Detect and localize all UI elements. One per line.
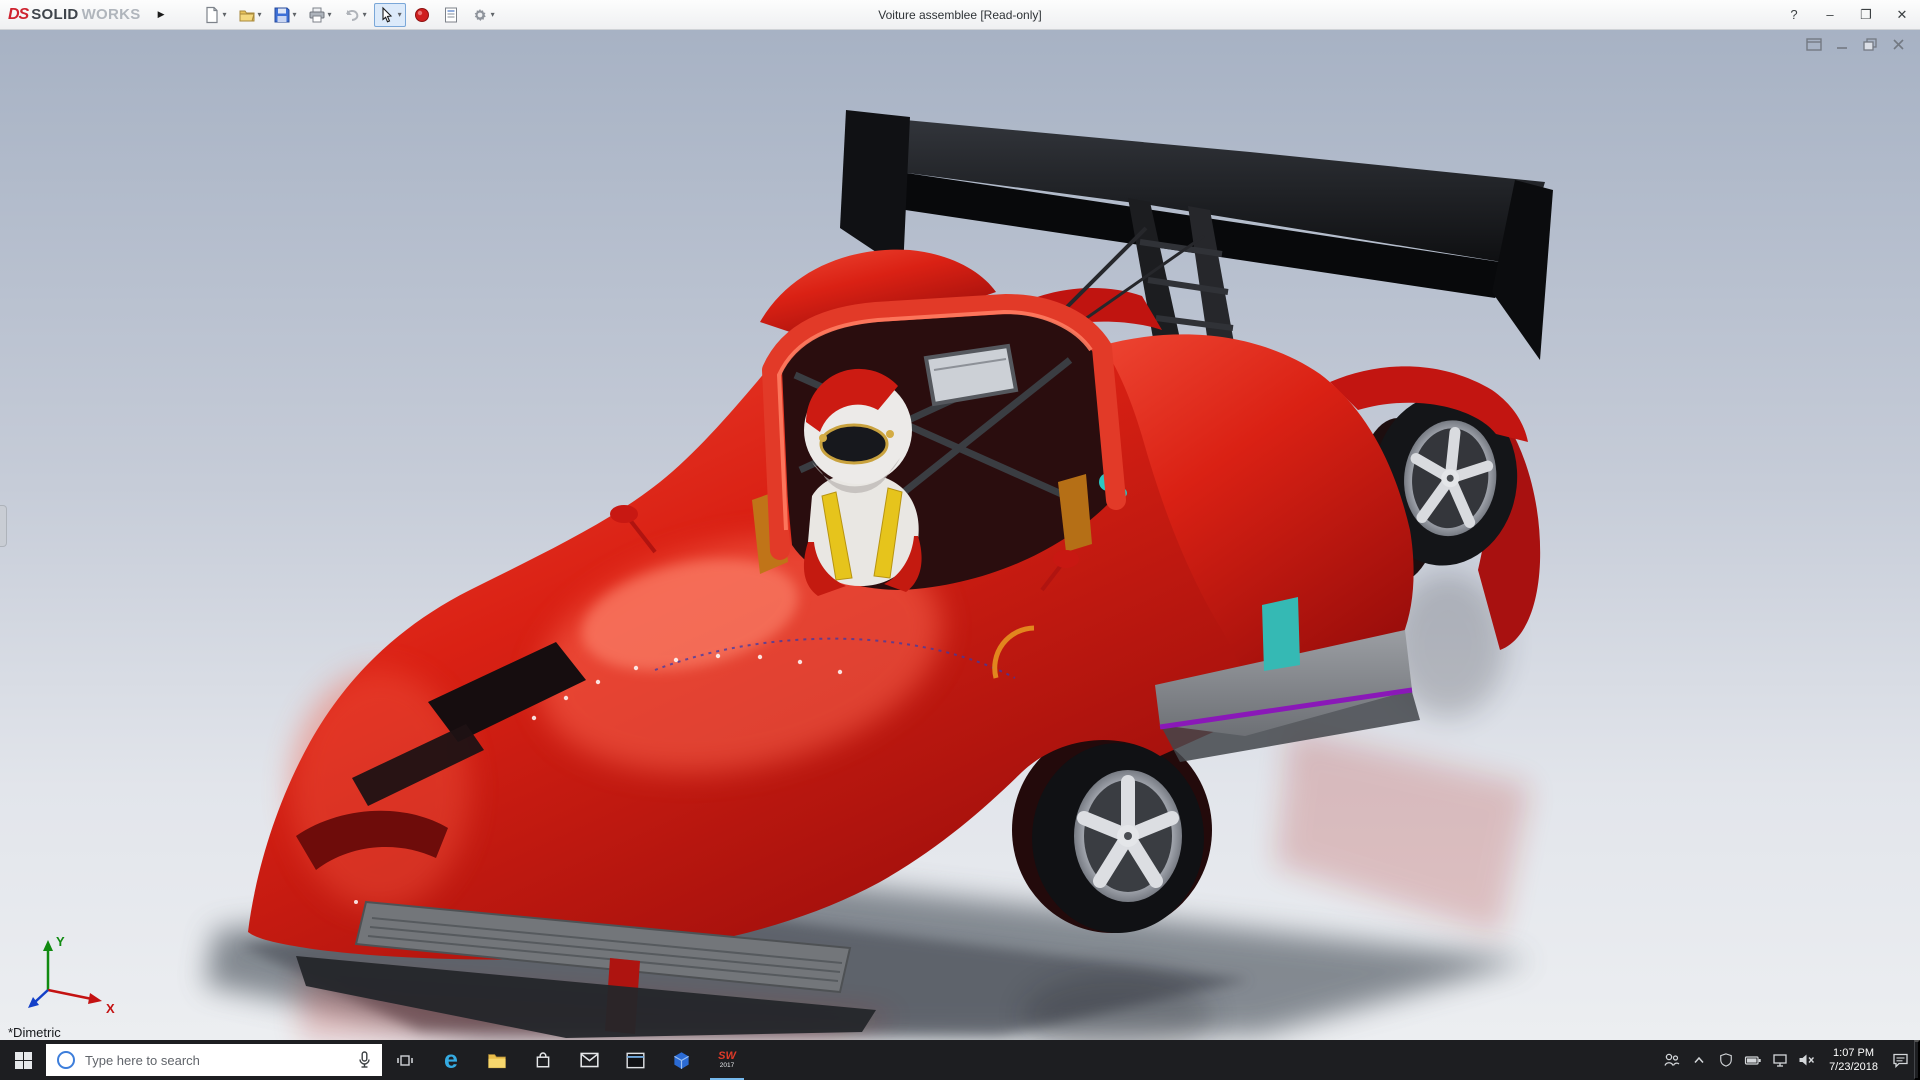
network-icon[interactable]: [1766, 1040, 1793, 1080]
dropdown-caret-icon[interactable]: ▾: [223, 10, 227, 19]
taskbar-app-edge[interactable]: e: [428, 1040, 474, 1080]
front-wheel[interactable]: [1032, 743, 1204, 933]
action-center-icon[interactable]: [1887, 1040, 1914, 1080]
view-orientation-label: *Dimetric: [8, 1025, 61, 1040]
x-axis-arrow: [88, 993, 102, 1004]
taskbar-search[interactable]: Type here to search: [46, 1044, 382, 1076]
solidworks-2017-icon: SW 2017: [718, 1051, 736, 1070]
dropdown-caret-icon[interactable]: ▾: [328, 10, 332, 19]
document-close-button[interactable]: [1888, 36, 1908, 52]
cad-viewer-cube-icon: [672, 1051, 691, 1070]
system-tray: 1:07 PM 7/23/2018: [1658, 1040, 1920, 1080]
model-view-race-car[interactable]: [0, 30, 1920, 1040]
new-document-button[interactable]: ▾: [199, 3, 231, 27]
graphics-area[interactable]: Y X *Dimetric: [0, 30, 1920, 1040]
taskbar-app-store[interactable]: [520, 1040, 566, 1080]
print-button[interactable]: ▾: [304, 3, 336, 27]
battery-icon[interactable]: [1739, 1040, 1766, 1080]
defender-shield-icon[interactable]: [1712, 1040, 1739, 1080]
document-minimize-button[interactable]: [1832, 36, 1852, 52]
minimize-window-button[interactable]: –: [1812, 0, 1848, 29]
clock-date: 7/23/2018: [1829, 1060, 1878, 1074]
window-controls: ? – ❐ ✕: [1776, 0, 1920, 29]
file-properties-button[interactable]: [438, 3, 464, 27]
mail-icon: [580, 1052, 599, 1068]
solidworks-brand: DS SOLIDWORKS ▶: [0, 6, 173, 24]
document-window-menu-button[interactable]: [1804, 36, 1824, 52]
show-desktop-button[interactable]: [1914, 1040, 1920, 1080]
task-view-button[interactable]: [382, 1040, 428, 1080]
start-button[interactable]: [0, 1040, 46, 1080]
file-explorer-icon: [486, 1051, 508, 1069]
dassault-logo-icon: DS: [8, 6, 28, 24]
file-properties-icon: [442, 6, 460, 24]
select-cursor-icon: [378, 6, 396, 24]
hidden-icons-chevron[interactable]: [1685, 1040, 1712, 1080]
dropdown-caret-icon[interactable]: ▾: [293, 10, 297, 19]
open-folder-icon: [238, 6, 256, 24]
taskbar-app-mail[interactable]: [566, 1040, 612, 1080]
taskbar-app-console[interactable]: [612, 1040, 658, 1080]
save-icon: [273, 6, 291, 24]
titlebar: DS SOLIDWORKS ▶ ▾ ▾ ▾ ▾ ▾: [0, 0, 1920, 30]
store-bag-icon: [534, 1051, 552, 1069]
people-icon[interactable]: [1658, 1040, 1685, 1080]
console-window-icon: [626, 1052, 645, 1069]
x-axis-label: X: [106, 1001, 115, 1016]
rebuild-icon: [413, 6, 431, 24]
document-title: Voiture assemblee [Read-only]: [560, 8, 1360, 22]
y-axis-label: Y: [56, 934, 65, 949]
dropdown-caret-icon[interactable]: ▾: [363, 10, 367, 19]
windows-taskbar: Type here to search e: [0, 1040, 1920, 1080]
document-restore-button[interactable]: [1860, 36, 1880, 52]
open-button[interactable]: ▾: [234, 3, 266, 27]
cortana-icon: [56, 1050, 76, 1070]
orientation-triad: Y X: [14, 928, 124, 1018]
menu-flyout-arrow[interactable]: ▶: [154, 7, 169, 22]
volume-muted-icon[interactable]: [1793, 1040, 1820, 1080]
document-window-controls: [1804, 36, 1908, 52]
rebuild-button[interactable]: [409, 3, 435, 27]
options-button[interactable]: ▾: [467, 3, 499, 27]
taskbar-clock[interactable]: 1:07 PM 7/23/2018: [1820, 1046, 1887, 1074]
edge-icon: e: [444, 1048, 458, 1073]
dropdown-caret-icon[interactable]: ▾: [398, 10, 402, 19]
undo-button[interactable]: ▾: [339, 3, 371, 27]
save-button[interactable]: ▾: [269, 3, 301, 27]
dropdown-caret-icon[interactable]: ▾: [491, 10, 495, 19]
new-document-icon: [203, 6, 221, 24]
task-view-icon: [396, 1052, 414, 1069]
maximize-window-button[interactable]: ❐: [1848, 0, 1884, 29]
help-button[interactable]: ?: [1776, 0, 1812, 29]
brand-name-solid: SOLID: [31, 6, 78, 23]
solidworks-window: DS SOLIDWORKS ▶ ▾ ▾ ▾ ▾ ▾: [0, 0, 1920, 1080]
close-window-button[interactable]: ✕: [1884, 0, 1920, 29]
taskbar-app-solidworks[interactable]: SW 2017: [704, 1040, 750, 1080]
microphone-icon[interactable]: [357, 1051, 372, 1069]
dropdown-caret-icon[interactable]: ▾: [258, 10, 262, 19]
windows-logo-icon: [15, 1052, 32, 1069]
side-window-teal: [1262, 597, 1300, 671]
undo-icon: [343, 6, 361, 24]
search-placeholder: Type here to search: [85, 1053, 348, 1068]
feature-tree-collapsed-handle[interactable]: [0, 505, 7, 547]
select-button[interactable]: ▾: [374, 3, 406, 27]
taskbar-app-file-explorer[interactable]: [474, 1040, 520, 1080]
quick-access-toolbar: ▾ ▾ ▾ ▾ ▾ ▾: [199, 3, 499, 27]
brand-name-works: WORKS: [82, 6, 141, 23]
taskbar-app-cad-viewer[interactable]: [658, 1040, 704, 1080]
y-axis-arrow: [43, 940, 53, 951]
clock-time: 1:07 PM: [1829, 1046, 1878, 1060]
options-gear-icon: [471, 6, 489, 24]
print-icon: [308, 6, 326, 24]
